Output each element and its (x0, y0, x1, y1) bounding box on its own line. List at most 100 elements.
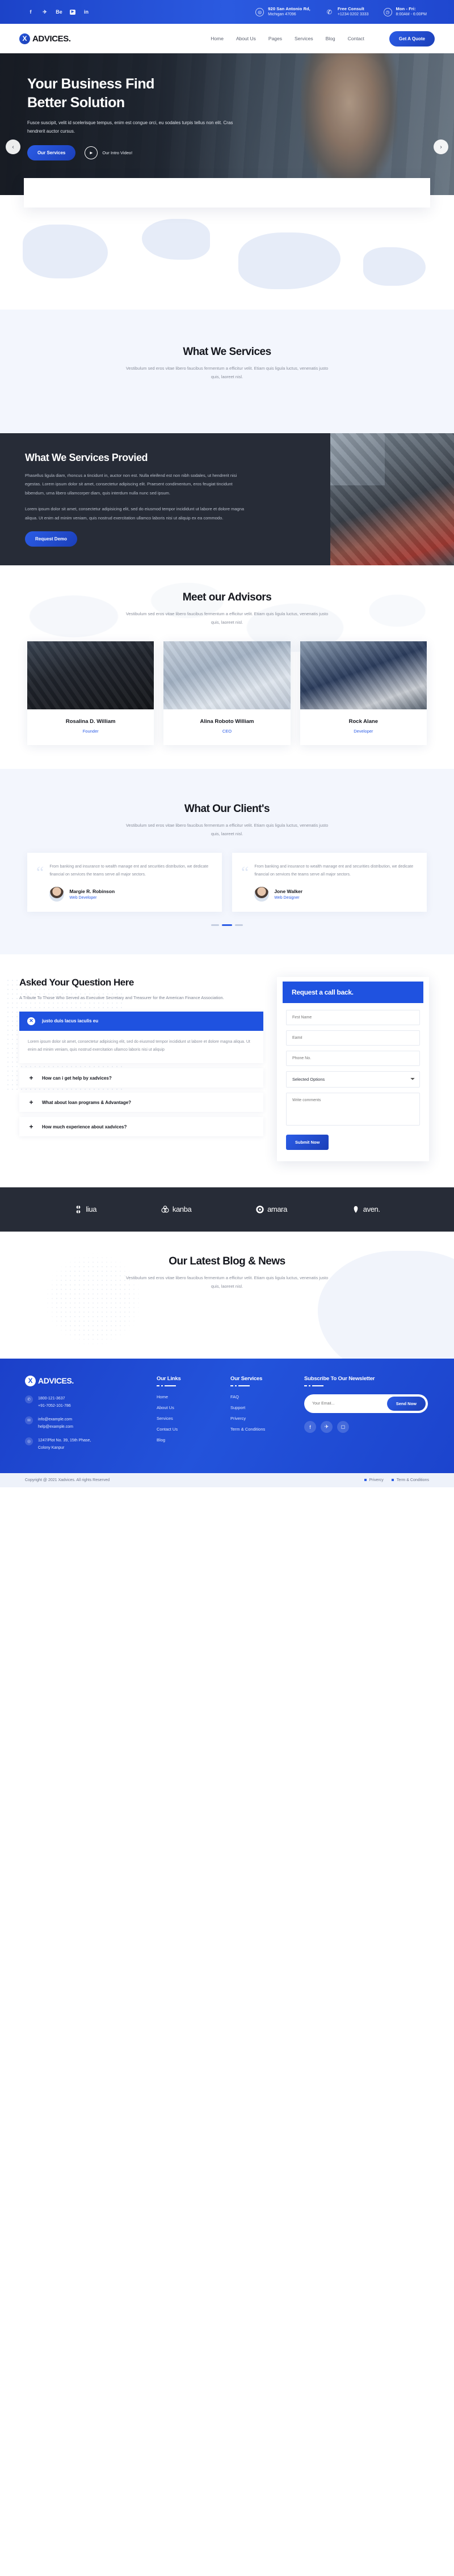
team-grid: Rosalina D. William Founder Alina Roboto… (27, 641, 427, 745)
services-provided-section: What We Services Provied Phasellus ligul… (0, 433, 454, 565)
team-member-role: CEO (222, 728, 232, 734)
play-icon: ► (85, 146, 98, 159)
nav-item-home[interactable]: Home (211, 36, 224, 41)
faq-item-1[interactable]: + How can i get help by xadvices? (19, 1068, 263, 1088)
pagination-dot-active[interactable] (222, 924, 232, 926)
facebook-icon[interactable]: f (27, 9, 34, 15)
faq-item-0[interactable]: ✕ justo duis lacus iaculis eu Lorem ipsu… (19, 1011, 263, 1064)
callback-title: Request a call back. (283, 981, 423, 1003)
nav-item-contact[interactable]: Contact (348, 36, 364, 41)
map-shape-1 (23, 225, 108, 278)
footer-address-1: 1247/Plot No. 39, 15th Phase, (38, 1438, 91, 1443)
provided-title: What We Services Provied (25, 452, 148, 463)
comments-textarea[interactable] (286, 1092, 420, 1126)
email-input[interactable] (286, 1030, 420, 1046)
submit-now-button[interactable]: Submit Now (286, 1134, 329, 1150)
faq-item-3[interactable]: + How much experience about xadvices? (19, 1117, 263, 1137)
linkedin-icon[interactable]: in (83, 9, 90, 15)
footer-link-blog[interactable]: Blog (157, 1437, 218, 1443)
twitter-icon[interactable]: ✈ (321, 1421, 333, 1433)
newsletter-title: Subscribe To Our Newsletter (304, 1375, 375, 1382)
footer-services-column: Our Services FAQ Support Privercy Term &… (230, 1376, 292, 1458)
footer-service-support[interactable]: Support (230, 1405, 292, 1410)
footer-service-privacy[interactable]: Privercy (230, 1416, 292, 1421)
footer-contact-phone: ✆ 1800-121-3637 +91-7052-101-786 (25, 1395, 144, 1410)
phone-input[interactable] (286, 1050, 420, 1066)
first-name-input[interactable] (286, 1009, 420, 1025)
hero-next-arrow[interactable]: › (434, 139, 448, 154)
hero-title: Your Business Find Better Solution (27, 75, 266, 112)
world-map-decoration (0, 208, 454, 310)
footer-links-column: Our Links Home About Us Services Contact… (157, 1376, 218, 1458)
brand-liua[interactable]: liua (74, 1205, 96, 1214)
logo-mark-icon: X (25, 1375, 36, 1386)
team-photo (163, 641, 291, 709)
top-info-phone: ✆ Free Consult +1234 0202 3333 (325, 6, 369, 18)
footer-link-about[interactable]: About Us (157, 1405, 218, 1410)
faq-item-header[interactable]: + How can i get help by xadvices? (19, 1068, 263, 1088)
blog-subtitle: Vestibulum sed eros vitae libero faucibu… (125, 1275, 329, 1289)
faq-item-2[interactable]: + What about loan programs & Advantage? (19, 1093, 263, 1113)
nav-item-pages[interactable]: Pages (268, 36, 282, 41)
facebook-icon[interactable]: f (304, 1421, 316, 1433)
title-underline (230, 1385, 292, 1387)
nav-item-about[interactable]: About Us (236, 36, 256, 41)
plus-icon: + (29, 1098, 33, 1107)
footer-link-home[interactable]: Home (157, 1394, 218, 1399)
request-demo-button[interactable]: Request Demo (25, 531, 78, 547)
testimonials-title: What Our Client's (184, 802, 270, 815)
hours-line1: Mon - Fri: (396, 6, 416, 12)
pagination-dot[interactable] (211, 924, 219, 926)
footer-address-2: Colony Kanpur (38, 1445, 65, 1450)
faq-item-header[interactable]: ✕ justo duis lacus iaculis eu (19, 1011, 263, 1031)
provided-paragraph-1: Phasellus ligula diam, rhoncus a tincidu… (25, 473, 237, 496)
copyright-link-terms[interactable]: Term & Conditions (392, 1478, 429, 1482)
footer-logo[interactable]: X ADVICES. (25, 1375, 144, 1386)
faq-item-header[interactable]: + How much experience about xadvices? (19, 1117, 263, 1136)
team-card[interactable]: Alina Roboto William CEO (163, 641, 291, 745)
footer-service-terms[interactable]: Term & Conditions (230, 1427, 292, 1432)
footer-link-contact[interactable]: Contact Us (157, 1427, 218, 1432)
footer-link-services[interactable]: Services (157, 1416, 218, 1421)
provided-paragraph-2: Lorem ipsum dolor sit amet, consectetur … (25, 506, 245, 521)
faq-section: Asked Your Question Here A Tribute To Th… (0, 954, 454, 1187)
pagination-dot[interactable] (235, 924, 243, 926)
provided-photo-building (330, 433, 385, 485)
brand-kanba[interactable]: kanba (161, 1205, 192, 1214)
team-card[interactable]: Rock Alane Developer (300, 641, 427, 745)
testimonial-pagination[interactable] (27, 924, 427, 926)
phone-line2: +1234 0202 3333 (337, 12, 369, 17)
footer-email-1[interactable]: info@example.com (38, 1416, 73, 1424)
twitter-icon[interactable]: ✈ (41, 9, 48, 15)
intro-video-button[interactable]: ► Our Intro Video! (85, 146, 132, 159)
brand-amara[interactable]: amara (255, 1205, 287, 1214)
hero-prev-arrow[interactable]: ‹ (6, 139, 20, 154)
faq-item-header[interactable]: + What about loan programs & Advantage? (19, 1093, 263, 1112)
nav-item-services[interactable]: Services (295, 36, 313, 41)
nav-item-blog[interactable]: Blog (326, 36, 335, 41)
newsletter-email-input[interactable] (306, 1402, 387, 1406)
options-select[interactable]: Selected Options (286, 1071, 420, 1088)
testimonial-role: Web Designer (274, 895, 300, 900)
footer-service-faq[interactable]: FAQ (230, 1394, 292, 1399)
brand-aven[interactable]: aven. (351, 1205, 380, 1214)
testimonial-card: “ From banking and insurance to wealth m… (27, 852, 222, 912)
instagram-icon[interactable]: ◻ (337, 1421, 349, 1433)
behance-icon[interactable]: Be (56, 9, 62, 15)
phone-icon: ✆ (326, 9, 332, 16)
footer-phone-2[interactable]: +91-7052-101-786 (38, 1403, 71, 1410)
send-now-button[interactable]: Send Now (386, 1397, 426, 1411)
copyright-link-privacy[interactable]: Privercy (364, 1478, 384, 1482)
youtube-icon[interactable]: ▶ (70, 9, 75, 15)
footer-links-title: Our Links (157, 1375, 181, 1382)
footer-email-2[interactable]: help@example.com (38, 1424, 73, 1431)
phone-icon: ✆ (25, 1395, 33, 1403)
rings-icon (161, 1205, 169, 1213)
clover-icon (77, 1205, 81, 1213)
plus-icon: + (29, 1123, 33, 1131)
team-card[interactable]: Rosalina D. William Founder (27, 641, 154, 745)
hero-services-button[interactable]: Our Services (27, 145, 76, 160)
get-quote-button[interactable]: Get A Quote (389, 31, 435, 46)
footer-phone-1[interactable]: 1800-121-3637 (38, 1395, 71, 1403)
site-logo[interactable]: X ADVICES. (19, 33, 71, 44)
